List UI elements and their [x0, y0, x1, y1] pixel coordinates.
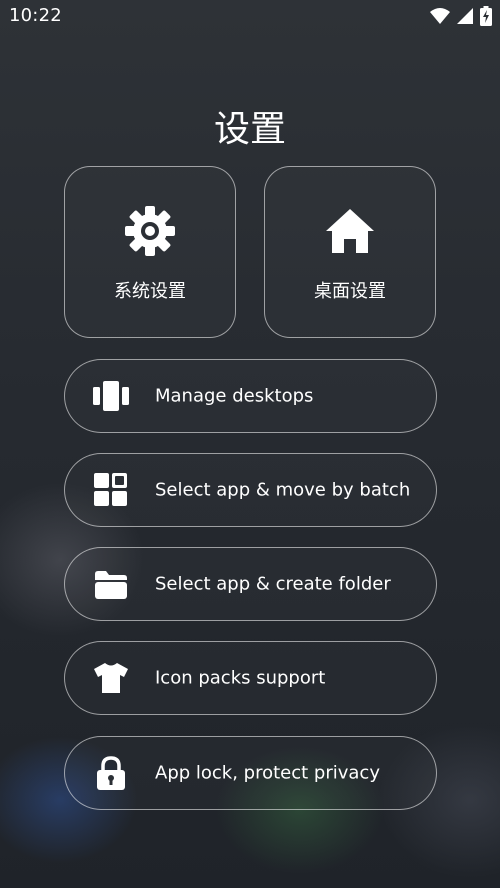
signal-icon — [457, 8, 473, 24]
create-folder-button[interactable]: Select app & create folder — [64, 547, 437, 621]
system-settings-tile[interactable]: 系统设置 — [64, 166, 236, 338]
icon-packs-button[interactable]: Icon packs support — [64, 641, 437, 715]
move-by-batch-label: Select app & move by batch — [155, 479, 411, 501]
desktops-icon — [93, 381, 129, 411]
manage-desktops-button[interactable]: Manage desktops — [64, 359, 437, 433]
create-folder-label: Select app & create folder — [155, 573, 391, 595]
app-lock-label: App lock, protect privacy — [155, 762, 380, 784]
battery-icon — [480, 6, 492, 26]
system-settings-label: 系统设置 — [114, 281, 186, 302]
desktop-settings-tile[interactable]: 桌面设置 — [264, 166, 436, 338]
manage-desktops-label: Manage desktops — [155, 385, 314, 407]
page-title: 设置 — [213, 109, 286, 150]
folder-icon — [95, 571, 127, 599]
home-icon — [326, 209, 374, 253]
status-time: 10:22 — [9, 5, 62, 26]
status-bar: 10:22 — [0, 0, 500, 34]
app-lock-button[interactable]: App lock, protect privacy — [64, 736, 437, 810]
grid-icon — [94, 473, 127, 506]
move-by-batch-button[interactable]: Select app & move by batch — [64, 453, 437, 527]
wifi-icon — [430, 8, 450, 24]
desktop-settings-label: 桌面设置 — [314, 281, 386, 302]
lock-icon — [97, 756, 125, 790]
icon-packs-label: Icon packs support — [155, 667, 326, 689]
status-icons — [430, 6, 492, 26]
gear-icon — [125, 206, 175, 256]
shirt-icon — [94, 663, 128, 693]
